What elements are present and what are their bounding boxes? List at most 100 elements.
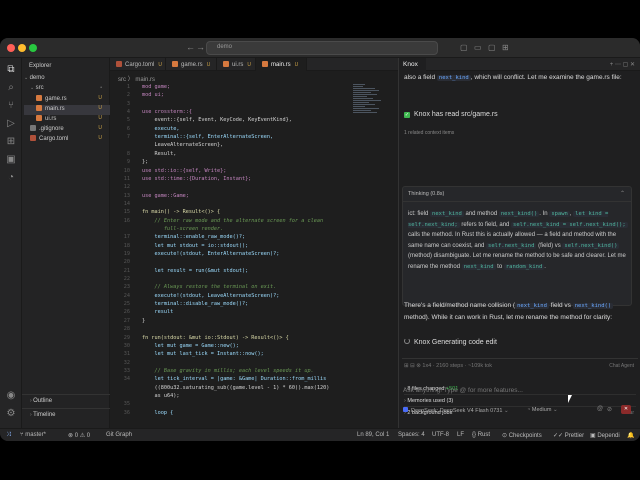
minimap-line — [353, 106, 365, 107]
toml-file-icon — [30, 135, 36, 141]
back-arrow-icon[interactable]: ← — [186, 42, 195, 52]
mouse-cursor — [568, 395, 572, 403]
line-number: 31 — [123, 351, 130, 358]
code-line: 16 // Enter raw mode and the alternate s… — [110, 218, 390, 225]
inline-code: spawn — [549, 211, 570, 217]
effort-selector[interactable]: ◔ Medium ⌄ — [527, 407, 558, 413]
code-text: // Base gravity in millis; each level sp… — [142, 367, 314, 374]
tree-badge: U — [98, 125, 102, 131]
thinking-text: ict: field — [408, 211, 431, 217]
remote-indicator[interactable]: ⤨ — [6, 432, 11, 439]
tree-item-game-rs[interactable]: game.rs U — [24, 95, 110, 105]
code-text: fn run(stdout: &mut io::Stdout) -> Resul… — [142, 334, 289, 341]
tab-cargo-toml[interactable]: Cargo.toml U — [110, 58, 166, 71]
remote-icon[interactable]: ▣ — [5, 154, 17, 166]
tree-item-ui-rs[interactable]: ui.rs U — [24, 115, 110, 125]
stop-button[interactable]: ✕ — [621, 405, 631, 414]
tree-root[interactable]: ⌄ demo — [24, 75, 110, 85]
layout-icon[interactable]: ⊞ — [502, 43, 509, 52]
model-icon — [403, 407, 408, 412]
code-line: 25 terminal::disable_raw_mode()?; — [110, 301, 390, 308]
extensions-icon[interactable]: ⊞ — [5, 136, 17, 148]
code-line: 24 execute!(stdout, LeaveAlternateScreen… — [110, 293, 390, 300]
breadcrumb[interactable]: src 〉 main.rs — [118, 74, 155, 83]
account-icon[interactable]: ◉ — [5, 390, 17, 402]
tree-item-src[interactable]: ⌄ src • — [24, 85, 110, 95]
branch-status[interactable]: ⑂ master* — [20, 432, 46, 438]
chat-input[interactable]: Ask anything! Type @ for more features..… — [403, 387, 523, 394]
model-selector[interactable]: DeepSeek: DeepSeek V4 Flash 0731 ⌄ — [403, 407, 509, 414]
code-line: 2 mod ui; — [110, 92, 390, 99]
tab-main-rs[interactable]: main.rs U — [256, 58, 307, 71]
settings-gear-icon[interactable]: ⚙ — [5, 408, 17, 420]
tab-ui-rs[interactable]: ui.rs U — [217, 58, 256, 71]
code-text: use std::time::{Duration, Instant}; — [142, 175, 252, 182]
mode-toggle[interactable]: Chat Agent — [609, 363, 634, 369]
run-debug-icon[interactable]: ▷ — [5, 118, 17, 130]
minimap-line — [353, 102, 369, 103]
tree-item-label: ui.rs — [45, 116, 57, 122]
rust-file-icon — [36, 95, 42, 101]
thinking-header[interactable]: Thinking (0.8s) — [408, 191, 444, 197]
inline-code: random_kind — [503, 263, 545, 270]
code-line: 20 — [110, 259, 390, 266]
line-number: 11 — [123, 175, 130, 182]
intro-text: also a field — [404, 74, 436, 81]
outline-label: Outline — [33, 398, 53, 404]
source-control-icon[interactable]: ⑂ — [5, 100, 17, 112]
forward-arrow-icon[interactable]: → — [196, 42, 205, 52]
related-context[interactable]: 1 related context items — [404, 130, 454, 136]
minimap-line — [353, 90, 379, 91]
minimap-line — [353, 98, 373, 99]
search-icon[interactable]: ⌕ — [5, 82, 17, 94]
tree-item-gitignore[interactable]: .gitignore U — [24, 125, 110, 135]
problems-status[interactable]: ⊗ 0 ⚠ 0 — [68, 432, 90, 439]
minimize-window-button[interactable] — [18, 44, 26, 52]
tree-badge: U — [98, 135, 102, 141]
effort-label: Medium — [531, 407, 552, 413]
minimap-line — [353, 100, 381, 101]
maximize-window-button[interactable] — [29, 44, 37, 52]
panel-bottom-icon[interactable]: ▭ — [474, 43, 482, 52]
tab-knox[interactable]: Knox — [399, 58, 426, 71]
tab-game-rs[interactable]: game.rs U — [166, 58, 217, 71]
thinking-block: Thinking (0.8s) ⌃ ict: field next_kind a… — [402, 186, 632, 306]
code-line: 31 let mut last_tick = Instant::now(); — [110, 351, 390, 358]
mention-icon[interactable]: @ — [597, 406, 603, 412]
timeline-section[interactable]: › Timeline — [22, 408, 110, 420]
chat-panel-actions[interactable]: + ⋯ ▢ ✕ — [610, 61, 635, 68]
read-file-status[interactable]: ✓ Knox has read src/game.rs — [404, 111, 498, 118]
outline-section[interactable]: › Outline — [22, 394, 110, 406]
line-number: 22 — [123, 276, 130, 283]
line-number: 4 — [126, 109, 130, 116]
line-number: 19 — [123, 251, 130, 257]
close-window-button[interactable] — [7, 44, 15, 52]
line-number: 32 — [123, 359, 130, 366]
code-line: 4 use crossterm::{ — [110, 109, 390, 116]
code-text: let mut last_tick = Instant::now(); — [142, 351, 264, 358]
code-text: full-screen render. — [142, 225, 224, 232]
attach-icon[interactable]: ⊘ — [607, 406, 612, 413]
git-graph-button[interactable]: Git Graph — [106, 432, 132, 438]
code-text: let result = run(&mut stdout); — [142, 267, 249, 274]
chat-icon[interactable]: ◔ — [5, 172, 17, 184]
inline-code: next_kind — [430, 211, 464, 217]
line-number: 18 — [123, 242, 130, 249]
code-line: 23 // Always restore the terminal on exi… — [110, 284, 390, 291]
panel-right-icon[interactable]: ▢ — [488, 43, 496, 52]
tree-item-main-rs[interactable]: main.rs U — [24, 105, 110, 115]
tree-item-cargo-toml[interactable]: Cargo.toml U — [24, 135, 110, 145]
cursor-position[interactable]: Ln 89, Col 1 — [357, 432, 389, 438]
minimap[interactable] — [353, 84, 383, 130]
files-icon[interactable]: ⧉ — [5, 64, 17, 76]
panel-left-icon[interactable]: ▢ — [460, 43, 468, 52]
minimap-line — [353, 108, 379, 109]
chevron-up-icon[interactable]: ⌃ — [620, 190, 625, 197]
command-center-search[interactable]: demo — [206, 41, 438, 55]
rust-file-icon — [36, 115, 42, 121]
code-line: 1 mod game; — [110, 84, 390, 91]
code-editor[interactable]: 1 mod game; 2 mod ui; 3 4 use crossterm::{5 ev… — [110, 84, 398, 418]
explorer-title: Explorer — [29, 63, 52, 69]
editor-tabs: Cargo.toml U game.rs U ui.rs U main.rs U — [110, 58, 398, 71]
code-line: 32 — [110, 360, 390, 367]
